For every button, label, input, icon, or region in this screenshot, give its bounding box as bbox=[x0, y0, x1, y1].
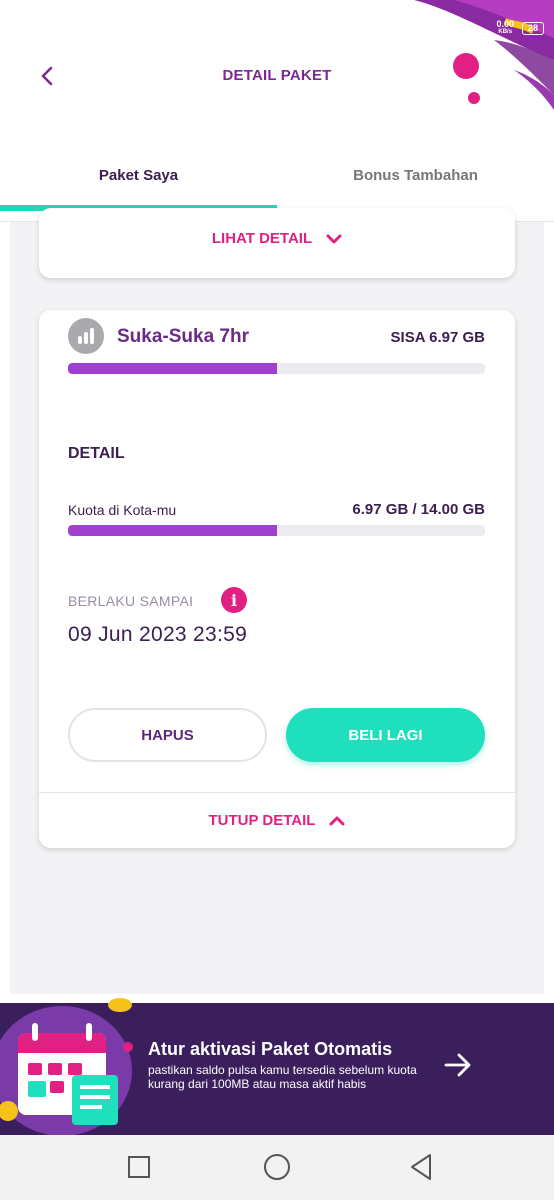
banner-title: Atur aktivasi Paket Otomatis bbox=[148, 1039, 393, 1059]
card-divider bbox=[39, 792, 515, 793]
quota-label: Kuota di Kota-mu bbox=[68, 502, 177, 518]
home-button[interactable] bbox=[259, 1149, 295, 1185]
net-speed-value: 0.00 bbox=[496, 19, 514, 29]
auto-activation-banner[interactable]: Atur aktivasi Paket Otomatis pastikan sa… bbox=[0, 998, 554, 1136]
package-card: Suka-Suka 7hr SISA 6.97 GB DETAIL Kuota … bbox=[39, 310, 515, 848]
chevron-up-icon bbox=[329, 816, 345, 825]
back-nav-button[interactable] bbox=[403, 1149, 439, 1185]
recents-button[interactable] bbox=[121, 1149, 157, 1185]
beli-lagi-button[interactable]: BELI LAGI bbox=[286, 708, 485, 762]
hapus-button[interactable]: HAPUS bbox=[68, 708, 267, 762]
previous-package-card: LIHAT DETAIL bbox=[39, 208, 515, 278]
square-icon bbox=[128, 1156, 150, 1178]
package-name: Suka-Suka 7hr bbox=[117, 326, 249, 347]
page-title: DETAIL PAKET bbox=[222, 67, 332, 84]
status-bar: 0.00 KB/s 28 bbox=[496, 20, 544, 36]
system-nav-bar bbox=[0, 1135, 554, 1200]
circle-icon bbox=[264, 1154, 290, 1180]
net-speed: 0.00 KB/s bbox=[496, 20, 514, 36]
tutup-detail-link[interactable]: TUTUP DETAIL bbox=[39, 812, 515, 829]
lihat-detail-label: LIHAT DETAIL bbox=[211, 230, 313, 247]
valid-until-date: 09 Jun 2023 23:59 bbox=[68, 623, 248, 646]
decorative-swoosh bbox=[414, 0, 554, 110]
remaining-progress-fill bbox=[68, 363, 277, 374]
triangle-back-icon bbox=[411, 1154, 431, 1180]
signal-bars-glyph bbox=[78, 328, 94, 344]
arrow-right-icon bbox=[444, 1053, 471, 1077]
app-header: 0.00 KB/s 28 DETAIL PAKET bbox=[0, 0, 554, 140]
signal-bars-icon bbox=[68, 318, 104, 354]
lihat-detail-link[interactable]: LIHAT DETAIL bbox=[39, 230, 515, 247]
remaining-progress-bar bbox=[68, 363, 485, 374]
banner-arrow-button[interactable] bbox=[440, 1047, 476, 1083]
quota-progress-bar bbox=[68, 525, 485, 536]
detail-heading: DETAIL bbox=[68, 445, 125, 462]
info-icon[interactable]: i bbox=[221, 587, 247, 613]
quota-value: 6.97 GB / 14.00 GB bbox=[352, 501, 485, 518]
package-list[interactable]: LIHAT DETAIL Suka-Suka 7hr SISA 6.97 GB … bbox=[10, 208, 544, 994]
chevron-down-icon bbox=[326, 234, 342, 243]
tutup-detail-label: TUTUP DETAIL bbox=[208, 812, 316, 829]
banner-description: pastikan saldo pulsa kamu tersedia sebel… bbox=[148, 1063, 417, 1091]
net-speed-unit: KB/s bbox=[498, 29, 513, 35]
valid-until-label: BERLAKU SAMPAI bbox=[68, 593, 194, 609]
battery-indicator: 28 bbox=[521, 21, 544, 35]
calendar-illustration bbox=[0, 998, 133, 1136]
remaining-quota: SISA 6.97 GB bbox=[390, 329, 485, 346]
quota-progress-fill bbox=[68, 525, 277, 536]
